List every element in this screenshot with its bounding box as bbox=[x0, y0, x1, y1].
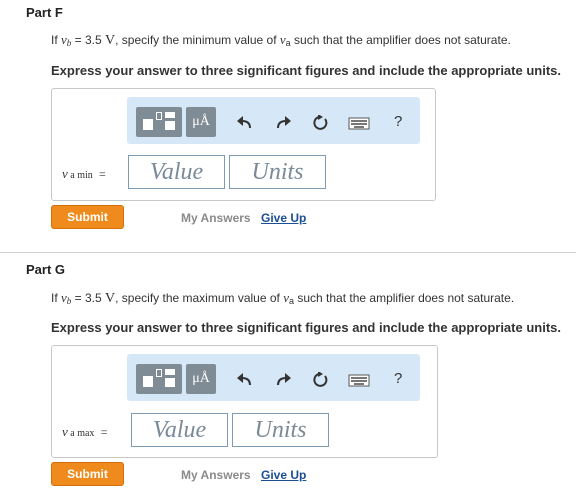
template-icon bbox=[143, 119, 153, 130]
part-f-answer-box: μÅ ? v a min = Value Units bbox=[51, 88, 436, 201]
keyboard-icon[interactable] bbox=[348, 115, 370, 131]
answer-label: v a min = bbox=[62, 166, 106, 181]
undo-icon[interactable] bbox=[234, 372, 256, 388]
part-f-instruction: Express your answer to three significant… bbox=[51, 63, 561, 78]
undo-icon[interactable] bbox=[234, 115, 256, 131]
value-input[interactable]: Value bbox=[131, 413, 228, 447]
redo-icon[interactable] bbox=[272, 115, 294, 131]
units-button[interactable]: μÅ bbox=[186, 107, 216, 137]
part-g-answer-box: μÅ ? v a max = Value Units bbox=[51, 345, 438, 458]
reset-icon[interactable] bbox=[310, 115, 332, 131]
template-icon bbox=[143, 376, 153, 387]
answer-label: v a max = bbox=[62, 424, 108, 439]
part-g-my-answers-link[interactable]: My Answers bbox=[181, 468, 251, 482]
part-f-question: If vb = 3.5 V, specify the minimum value… bbox=[51, 32, 511, 48]
part-f-submit-button[interactable]: Submit bbox=[51, 205, 124, 229]
help-icon[interactable]: ? bbox=[394, 370, 402, 387]
part-g-give-up-link[interactable]: Give Up bbox=[261, 468, 306, 482]
math-toolbar: μÅ ? bbox=[127, 354, 420, 401]
part-f-title: Part F bbox=[26, 5, 63, 20]
part-g-submit-button[interactable]: Submit bbox=[51, 462, 124, 486]
units-input[interactable]: Units bbox=[232, 413, 329, 447]
value-input[interactable]: Value bbox=[128, 155, 225, 189]
reset-icon[interactable] bbox=[310, 372, 332, 388]
section-divider bbox=[0, 252, 576, 253]
keyboard-icon[interactable] bbox=[348, 372, 370, 388]
math-toolbar: μÅ ? bbox=[127, 97, 420, 144]
part-g-instruction: Express your answer to three significant… bbox=[51, 320, 561, 335]
templates-button[interactable] bbox=[136, 364, 182, 394]
part-f-give-up-link[interactable]: Give Up bbox=[261, 211, 306, 225]
part-g-question: If vb = 3.5 V, specify the maximum value… bbox=[51, 290, 515, 306]
redo-icon[interactable] bbox=[272, 372, 294, 388]
units-input[interactable]: Units bbox=[229, 155, 326, 189]
part-f-my-answers-link[interactable]: My Answers bbox=[181, 211, 251, 225]
part-g-title: Part G bbox=[26, 262, 66, 277]
help-icon[interactable]: ? bbox=[394, 113, 402, 130]
units-button[interactable]: μÅ bbox=[186, 364, 216, 394]
templates-button[interactable] bbox=[136, 107, 182, 137]
